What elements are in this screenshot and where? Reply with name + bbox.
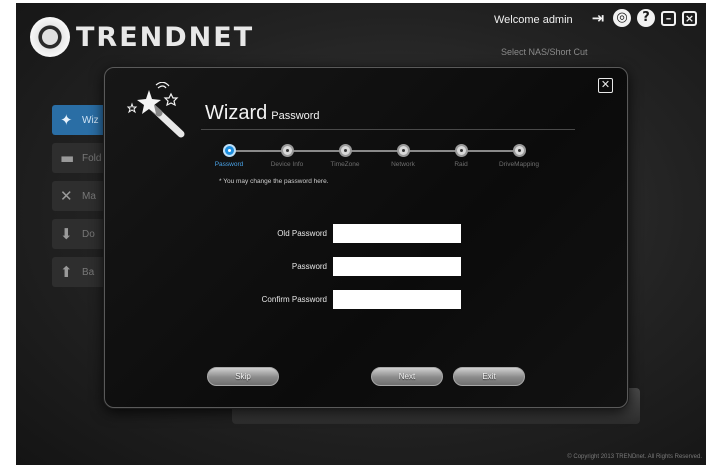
step-dot bbox=[396, 144, 410, 157]
dialog-title: Wizard Password bbox=[205, 102, 320, 125]
dialog-title-sub: Password bbox=[271, 110, 320, 122]
tools-icon: ✕ bbox=[60, 187, 73, 205]
step-label: TimeZone bbox=[330, 161, 360, 168]
step-drive-mapping: DriveMapping bbox=[489, 144, 549, 168]
logout-icon[interactable]: ⇥ bbox=[589, 9, 607, 27]
step-label: DriveMapping bbox=[498, 161, 540, 168]
step-raid: Raid bbox=[431, 144, 491, 168]
old-password-field[interactable] bbox=[333, 223, 461, 243]
password-label: Password bbox=[291, 261, 327, 271]
title-divider bbox=[201, 129, 575, 130]
backup-icon: ⬆ bbox=[60, 263, 73, 281]
confirm-password-row: Confirm Password bbox=[225, 289, 555, 309]
step-device-info: Device Info bbox=[257, 144, 317, 168]
wizard-steps: Password Device Info TimeZone Network Ra… bbox=[213, 144, 573, 174]
step-dot bbox=[338, 144, 352, 157]
settings-icon[interactable]: ◎ bbox=[613, 9, 631, 27]
sidebar-item-label: Do bbox=[82, 228, 95, 240]
confirm-password-label: Confirm Password bbox=[261, 294, 327, 304]
step-label: Device Info bbox=[270, 161, 304, 168]
old-password-row: Old Password bbox=[225, 223, 555, 243]
welcome-text: Welcome admin bbox=[494, 14, 573, 26]
sidebar: ✦ Wiz ▬ Fold ✕ Ma ⬇ Do ⬆ Ba bbox=[52, 105, 112, 295]
sidebar-item-label: Ma bbox=[82, 190, 96, 202]
hint-text: * You may change the password here. bbox=[219, 178, 329, 185]
skip-button[interactable]: Skip bbox=[207, 367, 279, 386]
step-timezone: TimeZone bbox=[315, 144, 375, 168]
next-button[interactable]: Next bbox=[371, 367, 443, 386]
sidebar-item-download[interactable]: ⬇ Do bbox=[52, 219, 112, 249]
brand-name: TRENDNET bbox=[76, 21, 255, 53]
step-label: Network bbox=[391, 161, 415, 168]
exit-button[interactable]: Exit bbox=[453, 367, 525, 386]
sidebar-item-label: Wiz bbox=[82, 114, 99, 126]
brand-logo: TRENDNET bbox=[30, 17, 254, 57]
sidebar-item-wizard[interactable]: ✦ Wiz bbox=[52, 105, 112, 135]
download-icon: ⬇ bbox=[60, 225, 73, 243]
old-password-label: Old Password bbox=[277, 228, 327, 238]
close-icon[interactable]: × bbox=[682, 10, 697, 26]
select-nas-link[interactable]: Select NAS/Short Cut bbox=[501, 47, 588, 57]
dialog-title-main: Wizard bbox=[205, 102, 268, 124]
sidebar-item-label: Fold bbox=[82, 152, 102, 164]
dialog-close-button[interactable]: ✕ bbox=[598, 78, 613, 93]
step-dot bbox=[280, 144, 294, 157]
step-dot bbox=[454, 144, 468, 157]
password-field[interactable] bbox=[333, 256, 461, 276]
step-label: Password bbox=[214, 161, 244, 168]
sidebar-item-management[interactable]: ✕ Ma bbox=[52, 181, 112, 211]
password-row: Password bbox=[225, 256, 555, 276]
top-toolbar: ⇥ ◎ ? – × bbox=[589, 9, 697, 27]
wizard-icon: ✦ bbox=[60, 111, 73, 129]
minimize-icon[interactable]: – bbox=[661, 10, 676, 26]
app-window: TRENDNET Welcome admin Select NAS/Short … bbox=[16, 3, 706, 465]
step-network: Network bbox=[373, 144, 433, 168]
wizard-dialog: ✕ Wizard Password Password Device Info T… bbox=[104, 67, 628, 408]
step-dot bbox=[222, 144, 236, 157]
trendnet-logo-icon bbox=[30, 17, 70, 57]
copyright-text: © Copyright 2013 TRENDnet. All Rights Re… bbox=[567, 454, 702, 460]
help-icon[interactable]: ? bbox=[637, 9, 655, 27]
sidebar-item-folder[interactable]: ▬ Fold bbox=[52, 143, 112, 173]
confirm-password-field[interactable] bbox=[333, 289, 461, 309]
folder-icon: ▬ bbox=[60, 149, 75, 167]
step-label: Raid bbox=[454, 161, 468, 168]
step-password: Password bbox=[199, 144, 259, 168]
sidebar-item-backup[interactable]: ⬆ Ba bbox=[52, 257, 112, 287]
magic-wand-icon bbox=[126, 82, 185, 138]
sidebar-item-label: Ba bbox=[82, 266, 95, 278]
step-dot bbox=[512, 144, 526, 157]
